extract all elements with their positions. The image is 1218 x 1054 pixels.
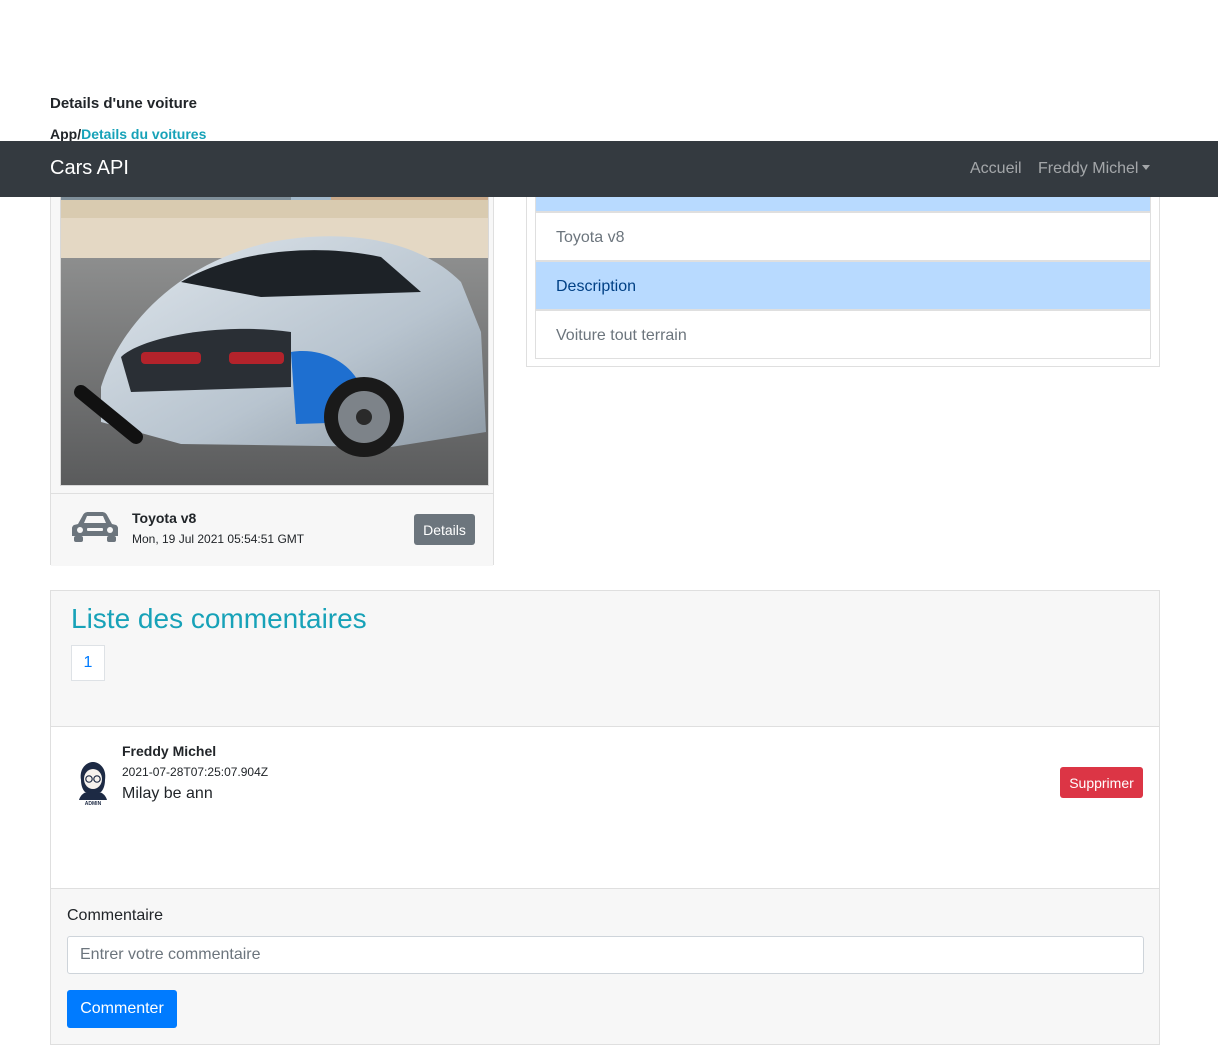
delete-comment-button[interactable]: Supprimer (1060, 767, 1143, 798)
detail-value-name: Toyota v8 (535, 212, 1151, 261)
nav-home-link[interactable]: Accueil (970, 160, 1022, 178)
comment-input[interactable] (67, 936, 1144, 974)
nav-user-dropdown[interactable]: Freddy Michel (1038, 160, 1151, 178)
page-title: Details d'une voiture (50, 95, 197, 112)
pagination-page-1[interactable]: 1 (71, 645, 105, 681)
comment-field-label: Commentaire (67, 907, 164, 924)
comment-date: 2021-07-28T07:25:07.904Z (122, 765, 269, 779)
car-photo (60, 171, 489, 486)
breadcrumb-current[interactable]: Details du voitures (81, 126, 206, 142)
comments-card: Liste des commentaires 1 ADMIN Freddy Mi… (50, 590, 1160, 1045)
car-footer: Toyota v8 Mon, 19 Jul 2021 05:54:51 GMT … (51, 493, 493, 566)
chevron-down-icon (1142, 165, 1151, 170)
nav-user-label: Freddy Michel (1038, 160, 1139, 177)
details-button[interactable]: Details (414, 514, 475, 545)
comment-item: ADMIN Freddy Michel 2021-07-28T07:25:07.… (51, 726, 1159, 889)
car-icon (72, 512, 118, 547)
navbar: Cars API Accueil Freddy Michel (0, 141, 1218, 197)
car-name: Toyota v8 (132, 510, 197, 526)
breadcrumb-root[interactable]: App/ (50, 126, 81, 142)
comments-title: Liste des commentaires (71, 603, 367, 634)
car-card: Toyota v8 Mon, 19 Jul 2021 05:54:51 GMT … (50, 160, 494, 566)
comment-author: Freddy Michel (122, 743, 217, 759)
detail-label-description: Description (535, 261, 1151, 310)
svg-text:ADMIN: ADMIN (85, 801, 102, 806)
detail-value-description: Voiture tout terrain (535, 310, 1151, 359)
breadcrumb: App/Details du voitures (50, 126, 206, 142)
brand-link[interactable]: Cars API (50, 157, 129, 180)
avatar: ADMIN (75, 760, 111, 807)
comment-text: Milay be ann (122, 785, 213, 802)
submit-comment-button[interactable]: Commenter (67, 990, 177, 1028)
car-date: Mon, 19 Jul 2021 05:54:51 GMT (132, 532, 305, 546)
